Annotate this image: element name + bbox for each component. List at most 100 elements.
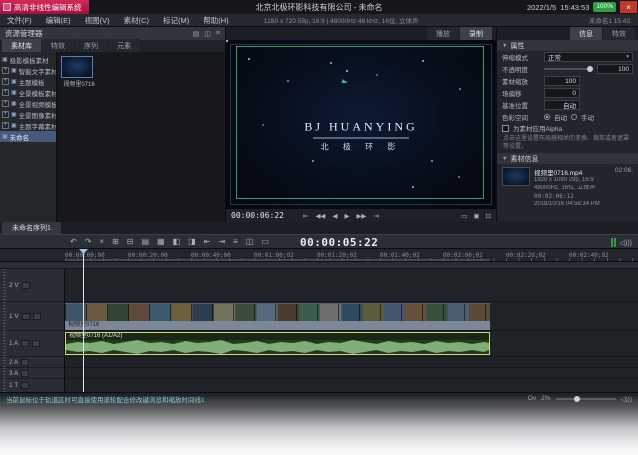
track-grip[interactable]	[3, 368, 6, 378]
marker-icon[interactable]: ▭	[261, 238, 269, 246]
expand-icon[interactable]: +	[2, 122, 9, 129]
track-toggle-button[interactable]	[22, 282, 30, 289]
clip-thumbnail[interactable]	[61, 56, 93, 78]
list-icon[interactable]: ≡	[233, 238, 238, 246]
tree-item[interactable]: +▣全景视频模板	[0, 98, 56, 109]
ripple-mode-icon[interactable]: ▤	[141, 238, 149, 246]
tab-information[interactable]: 信息	[570, 27, 602, 40]
prev-edit-icon[interactable]: ⇤	[204, 238, 211, 246]
track-toggle-button[interactable]	[21, 370, 29, 377]
add-clip-icon[interactable]: ⊞	[112, 238, 119, 246]
track-grip[interactable]	[3, 269, 6, 301]
fast-forward-icon[interactable]: ▶▶	[356, 212, 366, 220]
rewind-icon[interactable]: ◀◀	[315, 212, 325, 220]
menu-edit[interactable]: 编辑(E)	[39, 15, 78, 26]
track-lane-1a[interactable]: 视频里0716 (A1/A2)	[65, 331, 638, 357]
track-lane-3a[interactable]	[65, 368, 638, 379]
track-header-2v[interactable]: 2 V	[0, 269, 64, 302]
track-lock-button[interactable]	[33, 313, 41, 320]
track-lane-2v[interactable]	[65, 269, 638, 302]
audio-clip[interactable]: 视频里0716 (A1/A2)	[65, 332, 490, 355]
track-grip[interactable]	[3, 302, 6, 330]
play-icon[interactable]: ▶	[344, 212, 349, 220]
track-header-1a[interactable]: 1 A	[0, 331, 64, 357]
insert-mode-icon[interactable]: ▦	[157, 238, 165, 246]
speaker-icon[interactable]: ◁)))	[620, 239, 632, 247]
menu-clip[interactable]: 素材(C)	[117, 15, 156, 26]
sequence-tab[interactable]: 未命名序列1	[2, 222, 61, 234]
close-button[interactable]: ×	[620, 1, 637, 13]
display-mode-icon[interactable]: ▣	[473, 212, 479, 220]
tree-item[interactable]: ▣极影模板素材	[0, 54, 56, 65]
export-icon[interactable]: ▭	[461, 212, 467, 220]
bin-clip-grid[interactable]: 视频里0716	[57, 52, 225, 222]
expand-icon[interactable]: +	[2, 111, 9, 118]
expand-icon[interactable]: +	[2, 78, 9, 85]
track-toggle-button[interactable]	[22, 313, 30, 320]
track-lane-1t[interactable]	[65, 379, 638, 392]
playhead-line[interactable]	[83, 249, 84, 392]
properties-section-header[interactable]: ▼ 属性	[497, 40, 638, 51]
track-grip[interactable]	[3, 379, 6, 392]
tree-item[interactable]: +▣全景图像素材	[0, 109, 56, 120]
track-grip[interactable]	[3, 357, 6, 367]
colorspace-manual-radio[interactable]	[571, 114, 577, 120]
timeline-zoom-slider[interactable]	[556, 398, 616, 400]
tree-item[interactable]: +▣全景模板素材	[0, 87, 56, 98]
track-lane-2a[interactable]	[65, 357, 638, 368]
track-grip[interactable]	[3, 331, 6, 356]
tree-item[interactable]: +▣智能文字素材	[0, 65, 56, 76]
set-out-icon[interactable]: ⇥	[373, 212, 378, 220]
track-toggle-button[interactable]	[21, 359, 29, 366]
track-mute-button[interactable]	[32, 340, 40, 347]
prev-frame-icon[interactable]: ◀	[332, 212, 337, 220]
expand-icon[interactable]: +	[2, 89, 9, 96]
menu-view[interactable]: 视图(V)	[78, 15, 117, 26]
video-clip[interactable]: 视频里0716	[65, 303, 490, 330]
tab-elements[interactable]: 元素	[108, 39, 140, 52]
speaker-icon[interactable]: ◁)))	[621, 395, 633, 403]
stretch-mode-dropdown[interactable]: 正常 ▾	[544, 52, 633, 62]
tab-player[interactable]: 播放	[427, 27, 459, 40]
tab-bin[interactable]: 素材库	[2, 39, 41, 52]
base-position-value[interactable]: 自动	[544, 100, 580, 110]
set-in-icon[interactable]: ⇤	[303, 212, 308, 220]
next-edit-icon[interactable]: ⇥	[218, 238, 225, 246]
tree-item[interactable]: +▣主题字幕素材	[0, 120, 56, 131]
colorspace-auto-radio[interactable]	[544, 114, 550, 120]
redo-icon[interactable]: ↷	[85, 238, 92, 246]
track-toggle-button[interactable]	[21, 382, 29, 389]
track-lanes[interactable]: 视频里0716 视频里0716 (A1/A2)	[65, 269, 638, 392]
tab-recorder[interactable]: 录制	[460, 27, 492, 40]
tab-effects[interactable]: 特效	[42, 39, 74, 52]
expand-icon[interactable]: +	[2, 67, 9, 74]
view-grid-icon[interactable]: ▤	[193, 30, 200, 38]
split-icon[interactable]: ◫	[246, 238, 254, 246]
undo-icon[interactable]: ↶	[70, 238, 77, 246]
opacity-value[interactable]: 100	[597, 64, 633, 74]
opacity-slider[interactable]	[544, 68, 593, 70]
trim-left-icon[interactable]: ◧	[173, 238, 181, 246]
opacity-slider-knob[interactable]	[587, 66, 593, 72]
track-toggle-button[interactable]	[21, 340, 29, 347]
tab-sequence[interactable]: 序列	[75, 39, 107, 52]
bin-clip[interactable]: 视频里0716	[61, 56, 97, 88]
track-header-1v[interactable]: 1 V	[0, 302, 64, 331]
trim-right-icon[interactable]: ◨	[188, 238, 196, 246]
alpha-checkbox[interactable]	[502, 125, 509, 132]
view-detail-icon[interactable]: ◫	[204, 30, 211, 38]
fullscreen-icon[interactable]: ⊡	[486, 212, 491, 220]
delete-icon[interactable]: ×	[99, 238, 104, 246]
zoom-slider-knob[interactable]	[574, 396, 580, 402]
clip-scale-value[interactable]: 100	[544, 76, 580, 86]
expand-icon[interactable]: +	[2, 100, 9, 107]
track-header-1t[interactable]: 1 T	[0, 379, 64, 392]
clipinfo-section-header[interactable]: ▼ 素材信息	[497, 153, 638, 164]
field-offset-value[interactable]: 0	[544, 88, 580, 98]
bin-menu-icon[interactable]: ≡	[216, 30, 220, 38]
menu-help[interactable]: 帮助(H)	[196, 15, 235, 26]
tree-item-selected[interactable]: ▣未命名	[0, 131, 56, 142]
track-header-3a[interactable]: 3 A	[0, 368, 64, 379]
track-header-2a[interactable]: 2 A	[0, 357, 64, 368]
tab-effect[interactable]: 特效	[603, 27, 635, 40]
